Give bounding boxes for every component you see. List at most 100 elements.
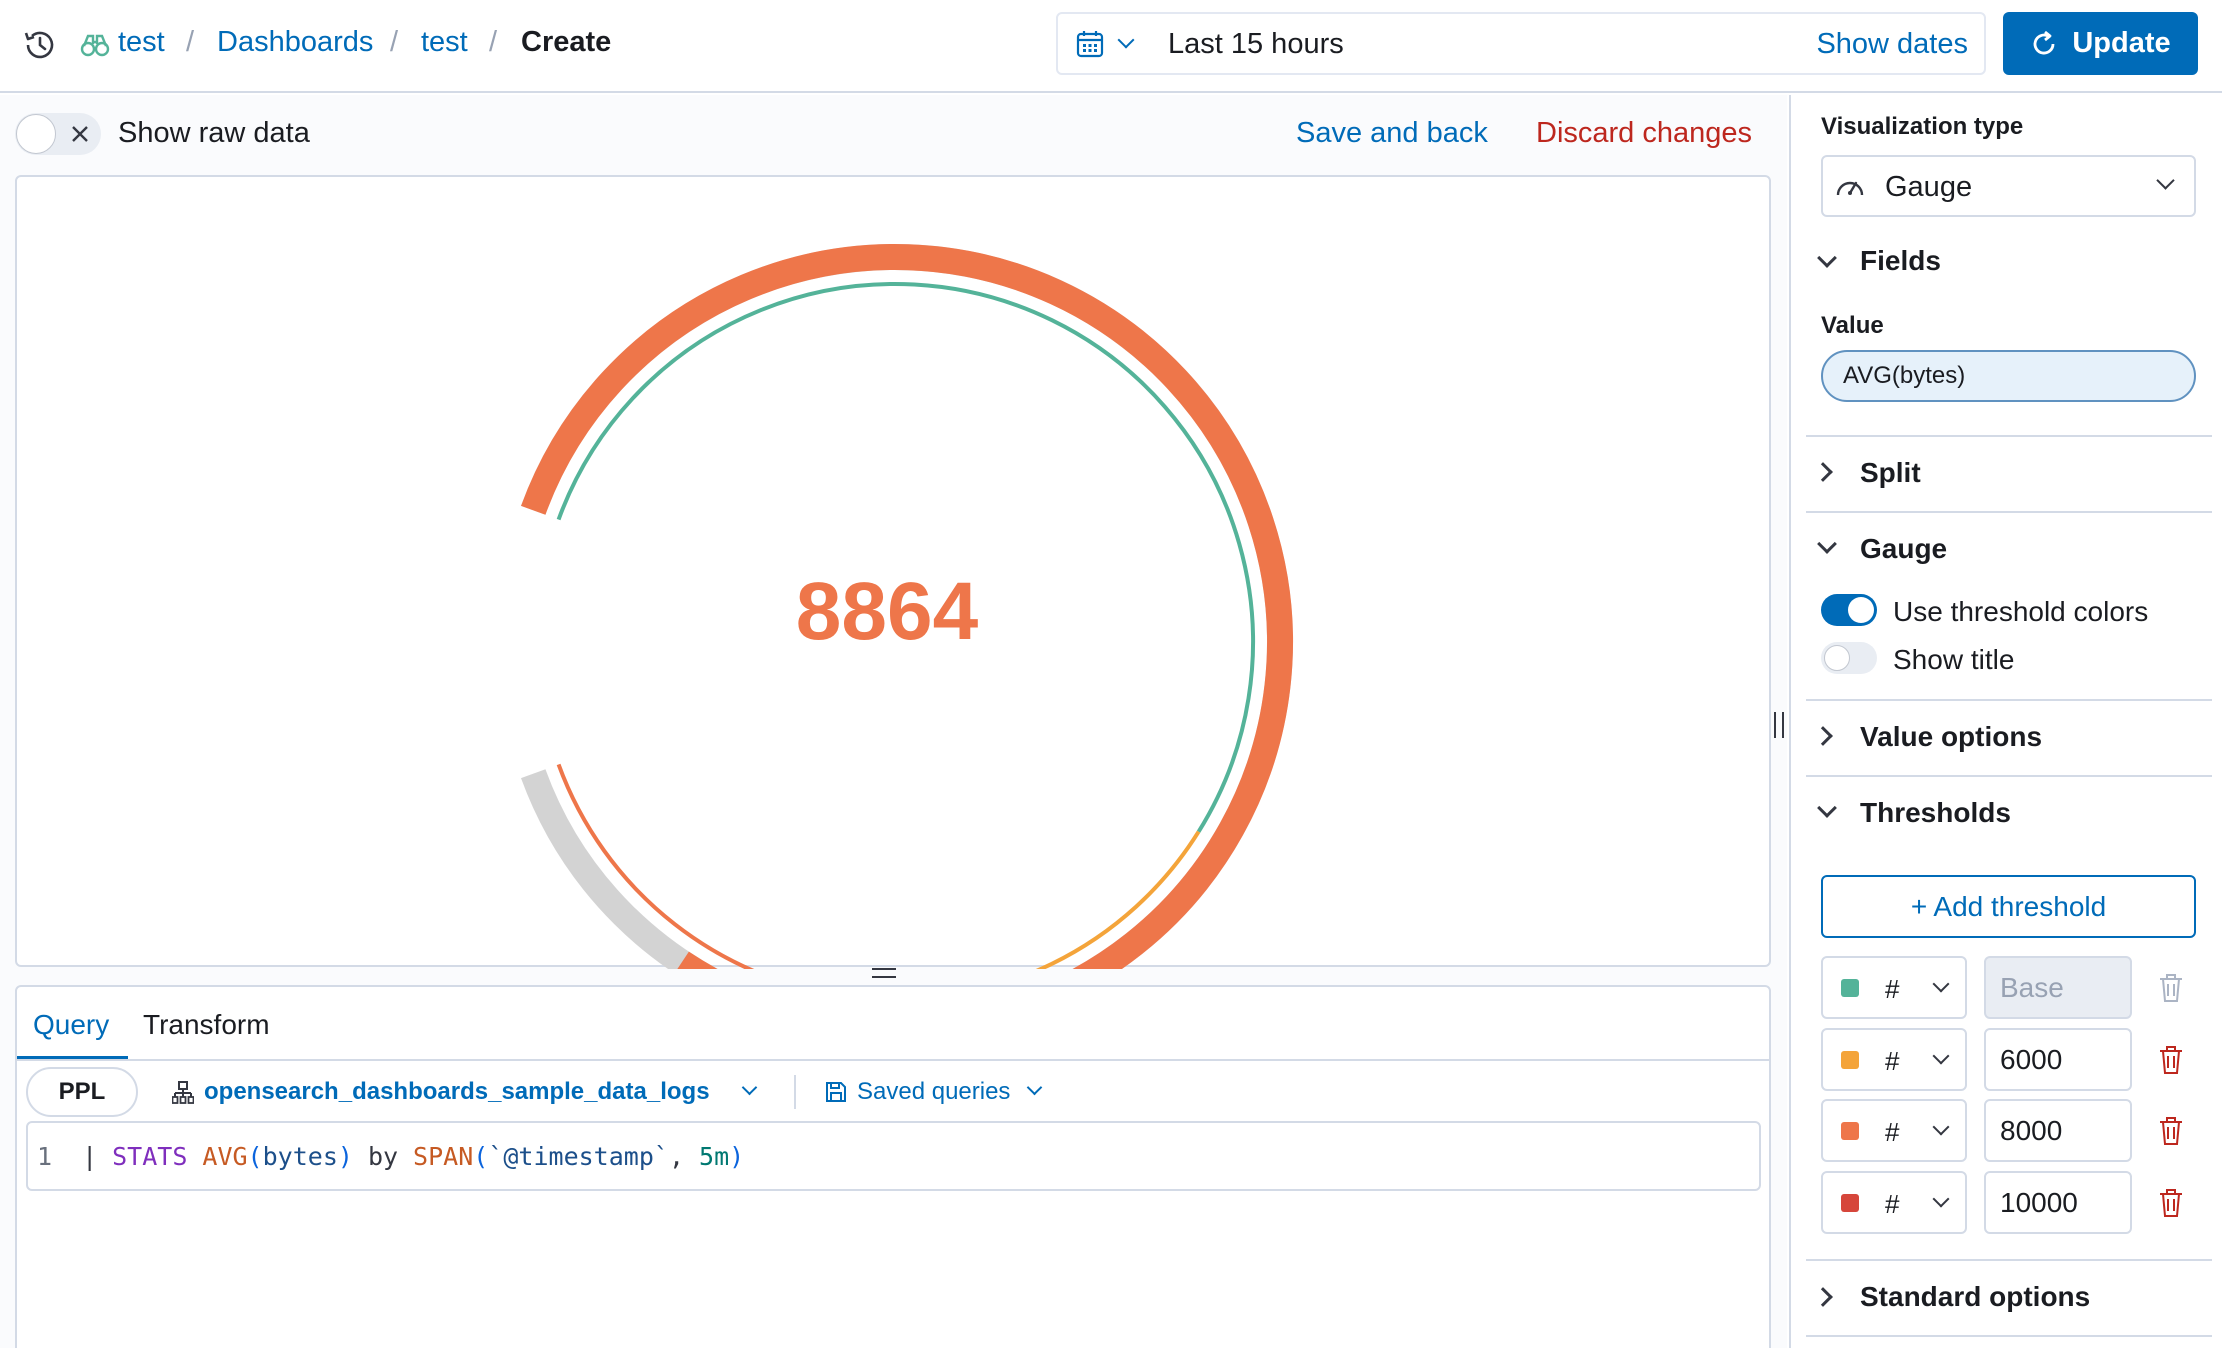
switch-knob <box>1824 645 1850 671</box>
section-divider <box>1806 511 2212 513</box>
trash-icon[interactable] <box>2156 1115 2186 1147</box>
chevron-down-icon[interactable] <box>1026 1079 1043 1096</box>
standard-options-section-title[interactable]: Standard options <box>1860 1281 2090 1313</box>
gauge-section-title[interactable]: Gauge <box>1860 533 1947 565</box>
threshold-row: # 10000 <box>1821 1171 2196 1234</box>
use-threshold-colors-switch[interactable] <box>1821 594 1877 626</box>
value-field-label: Value <box>1821 312 1884 339</box>
discard-changes-button[interactable]: Discard changes <box>1536 117 1752 150</box>
visualization-canvas: 8864 <box>15 175 1771 969</box>
show-title-label: Show title <box>1893 644 2015 675</box>
chevron-down-icon <box>2156 171 2175 190</box>
date-range-label[interactable]: Last 15 hours <box>1168 28 1344 61</box>
show-raw-data-label: Show raw data <box>118 117 310 149</box>
tab-transform[interactable]: Transform <box>143 1009 270 1041</box>
resize-handle[interactable] <box>872 968 896 978</box>
close-icon <box>67 121 93 147</box>
breadcrumb-separator: / <box>186 26 195 58</box>
hash-label: # <box>1885 1046 1900 1076</box>
threshold-color-picker[interactable]: # <box>1821 956 1967 1019</box>
section-divider <box>1806 1259 2212 1261</box>
vis-type-select[interactable]: Gauge <box>1821 155 2196 217</box>
show-title-switch[interactable] <box>1821 642 1877 674</box>
threshold-row: # 8000 <box>1821 1099 2196 1162</box>
chevron-down-icon <box>1932 975 1950 993</box>
code-function: AVG <box>202 1141 248 1171</box>
code-pipe: | <box>82 1141 98 1171</box>
gauge-value: 8864 <box>795 566 979 657</box>
top-header: test / Dashboards / test / Create Last 1… <box>0 0 2222 93</box>
query-editor[interactable]: 1 | STATS AVG ( bytes ) by SPAN ( `@time… <box>26 1121 1761 1191</box>
history-icon[interactable] <box>20 25 60 65</box>
color-swatch <box>1841 1051 1859 1069</box>
threshold-row: # 6000 <box>1821 1028 2196 1091</box>
hash-label: # <box>1885 1189 1900 1219</box>
breadcrumb-separator: / <box>390 26 399 58</box>
calendar-icon[interactable] <box>1076 30 1104 58</box>
thresholds-section-title[interactable]: Thresholds <box>1860 797 2011 829</box>
tab-query[interactable]: Query <box>33 1009 109 1041</box>
trash-icon[interactable] <box>2156 1044 2186 1076</box>
show-dates-button[interactable]: Show dates <box>1816 28 1968 61</box>
section-divider <box>1806 1335 2212 1337</box>
query-panel: Query Transform PPL opensearch_dashboard… <box>15 985 1771 1348</box>
value-field-pill[interactable]: AVG(bytes) <box>1821 350 2196 402</box>
breadcrumb-dashboard-test[interactable]: test <box>421 26 468 59</box>
vis-type-value: Gauge <box>1885 171 1973 203</box>
save-and-back-button[interactable]: Save and back <box>1296 117 1488 150</box>
update-label: Update <box>2072 27 2171 59</box>
query-language-badge[interactable]: PPL <box>26 1067 138 1117</box>
breadcrumb-dashboards[interactable]: Dashboards <box>217 26 373 59</box>
threshold-value: 6000 <box>2000 1043 2063 1075</box>
threshold-color-picker[interactable]: # <box>1821 1028 1967 1091</box>
binoculars-icon <box>80 30 110 60</box>
trash-icon <box>2156 972 2186 1004</box>
code-by: by <box>367 1141 399 1171</box>
threshold-value-input[interactable]: 6000 <box>1984 1028 2132 1091</box>
gauge-threshold-band <box>556 763 755 969</box>
threshold-value: 10000 <box>2000 1186 2078 1218</box>
threshold-color-picker[interactable]: # <box>1821 1099 1967 1162</box>
vis-type-label: Visualization type <box>1821 113 2024 140</box>
breadcrumb-root[interactable]: test <box>118 26 165 59</box>
chevron-down-icon <box>1932 1118 1950 1136</box>
tabs-divider <box>17 1059 1769 1061</box>
threshold-value: 8000 <box>2000 1114 2063 1146</box>
threshold-value-input[interactable]: 8000 <box>1984 1099 2132 1162</box>
chevron-down-icon[interactable] <box>1117 31 1135 49</box>
code-paren: ( <box>247 1141 263 1171</box>
threshold-color-picker[interactable]: # <box>1821 1171 1967 1234</box>
trash-icon[interactable] <box>2156 1187 2186 1219</box>
add-threshold-button[interactable]: + Add threshold <box>1821 875 2196 938</box>
section-divider <box>1806 775 2212 777</box>
color-swatch <box>1841 1194 1859 1212</box>
hash-label: # <box>1885 1117 1900 1147</box>
chevron-down-icon[interactable] <box>741 1079 758 1096</box>
code-paren: ) <box>729 1141 745 1171</box>
threshold-value-input[interactable]: 10000 <box>1984 1171 2132 1234</box>
panel-resize-handle[interactable] <box>1774 712 1784 738</box>
code-paren: ) <box>337 1141 353 1171</box>
value-options-section-title[interactable]: Value options <box>1860 721 2042 753</box>
breadcrumb-current: Create <box>521 26 612 58</box>
update-button[interactable]: Update <box>2003 12 2198 75</box>
threshold-row: # Base <box>1821 956 2196 1019</box>
fields-section-title[interactable]: Fields <box>1860 245 1941 277</box>
index-pattern-icon <box>171 1081 195 1105</box>
code-paren: ( <box>473 1141 489 1171</box>
gauge-icon <box>1835 173 1865 199</box>
show-raw-data-toggle[interactable] <box>15 113 101 155</box>
index-selector[interactable]: opensearch_dashboards_sample_data_logs <box>204 1078 710 1106</box>
toggle-knob <box>16 114 56 154</box>
chevron-down-icon <box>1932 1190 1950 1208</box>
split-section-title[interactable]: Split <box>1860 457 1921 489</box>
saved-queries-button[interactable]: Saved queries <box>857 1078 1010 1106</box>
code-keyword: STATS <box>112 1141 188 1171</box>
code-field: `@timestamp` <box>488 1141 669 1171</box>
code-interval: 5m <box>699 1141 730 1171</box>
switch-knob <box>1848 597 1874 623</box>
threshold-value-input[interactable]: Base <box>1984 956 2132 1019</box>
color-swatch <box>1841 1122 1859 1140</box>
section-divider <box>1806 435 2212 437</box>
breadcrumb-separator: / <box>489 26 498 58</box>
